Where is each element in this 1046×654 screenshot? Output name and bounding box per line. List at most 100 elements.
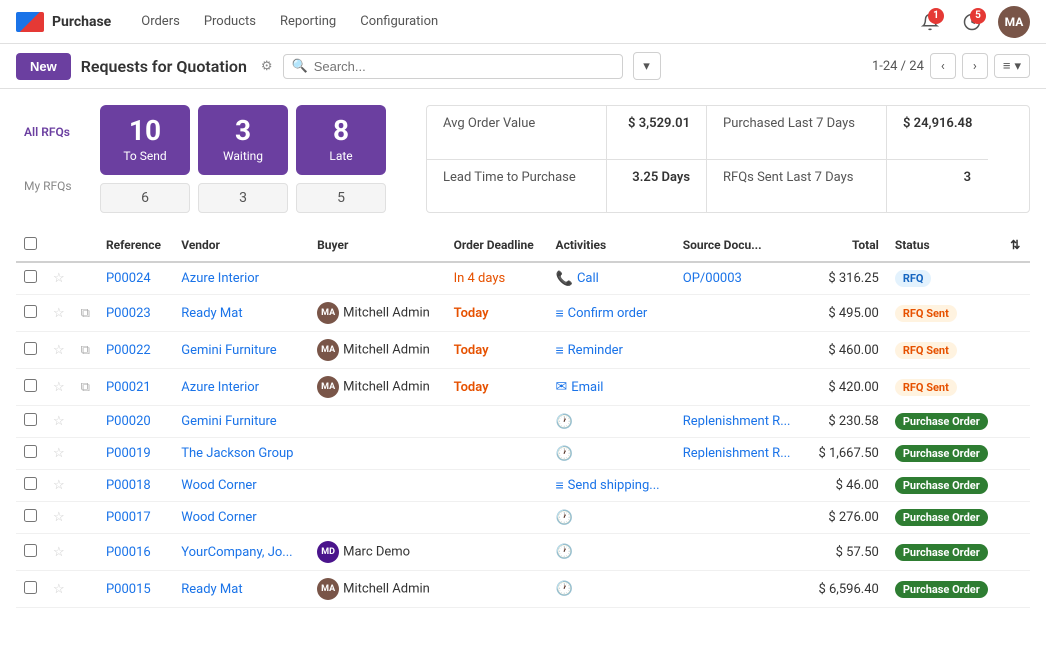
vendor-link[interactable]: YourCompany, Jo... [181,545,292,560]
star-icon[interactable]: ☆ [53,414,65,429]
vendor-link[interactable]: Gemini Furniture [181,343,276,358]
row-checkbox[interactable] [24,413,37,426]
pagination-next[interactable]: › [962,53,988,79]
row-copy-cell: ⧉ [73,295,98,332]
stat-waiting[interactable]: 3 Waiting [198,105,288,175]
row-source [675,369,806,406]
row-checkbox[interactable] [24,509,37,522]
star-icon[interactable]: ☆ [53,380,65,395]
nav-products[interactable]: Products [194,8,266,35]
reference-link[interactable]: P00024 [106,271,151,286]
row-actions [1002,571,1030,608]
vendor-link[interactable]: Wood Corner [181,478,256,493]
reference-link[interactable]: P00021 [106,380,151,395]
nav-configuration[interactable]: Configuration [350,8,448,35]
status-badge: RFQ Sent [895,342,957,359]
row-status: Purchase Order [887,438,1002,470]
source-link[interactable]: Replenishment R... [683,414,791,429]
row-activities: 🕐 [548,438,675,470]
row-deadline [446,534,548,571]
vendor-link[interactable]: The Jackson Group [181,446,293,461]
star-icon[interactable]: ☆ [53,446,65,461]
star-icon[interactable]: ☆ [53,545,65,560]
row-checkbox[interactable] [24,445,37,458]
reference-link[interactable]: P00016 [106,545,151,560]
stat-to-send[interactable]: 10 To Send [100,105,190,175]
reference-link[interactable]: P00018 [106,478,151,493]
row-star-cell: ☆ [45,571,73,608]
row-reference: P00021 [98,369,173,406]
nav-reporting[interactable]: Reporting [270,8,346,35]
row-checkbox[interactable] [24,305,37,318]
row-checkbox[interactable] [24,477,37,490]
reference-link[interactable]: P00017 [106,510,151,525]
my-rfqs-filter[interactable]: My RFQs [16,175,88,197]
my-rfq-val-0[interactable]: 6 [100,183,190,213]
stat-to-send-label: To Send [120,149,170,163]
new-button[interactable]: New [16,53,71,80]
list-view-icon: ≡ [1003,58,1011,74]
vendor-link[interactable]: Azure Interior [181,271,259,286]
nav-orders[interactable]: Orders [131,8,190,35]
buyer-avatar: MA [317,376,339,398]
activity-link[interactable]: ≡Send shipping... [556,477,667,494]
star-icon[interactable]: ☆ [53,306,65,321]
select-all-checkbox[interactable] [24,237,37,250]
row-checkbox[interactable] [24,581,37,594]
reference-link[interactable]: P00015 [106,582,151,597]
col-activities: Activities [548,229,675,262]
activity-link[interactable]: ≡Reminder [556,342,667,359]
star-icon[interactable]: ☆ [53,478,65,493]
reference-link[interactable]: P00023 [106,306,151,321]
my-rfq-val-1[interactable]: 3 [198,183,288,213]
star-icon[interactable]: ☆ [53,582,65,597]
activity-clock[interactable]: 5 [956,6,988,38]
reference-link[interactable]: P00020 [106,414,151,429]
activity-link[interactable]: 📞Call [556,271,667,287]
row-checkbox[interactable] [24,379,37,392]
row-activities: 🕐 [548,502,675,534]
all-rfqs-filter[interactable]: All RFQs [16,121,88,143]
activity-link[interactable]: ≡Confirm order [556,305,667,322]
source-link[interactable]: OP/00003 [683,271,742,286]
row-checkbox[interactable] [24,342,37,355]
activity-link[interactable]: ✉Email [556,379,667,395]
col-settings-icon[interactable]: ⇅ [1010,238,1020,252]
row-total: $ 460.00 [806,332,887,369]
row-checkbox[interactable] [24,544,37,557]
user-avatar[interactable]: MA [998,6,1030,38]
row-reference: P00019 [98,438,173,470]
stat-late[interactable]: 8 Late [296,105,386,175]
vendor-link[interactable]: Wood Corner [181,510,256,525]
my-rfq-val-2[interactable]: 5 [296,183,386,213]
buyer-avatar: MA [317,578,339,600]
vendor-link[interactable]: Ready Mat [181,306,242,321]
app-logo[interactable] [16,12,44,32]
source-link[interactable]: Replenishment R... [683,446,791,461]
vendor-link[interactable]: Gemini Furniture [181,414,276,429]
copy-icon[interactable]: ⧉ [81,380,90,395]
star-icon[interactable]: ☆ [53,343,65,358]
vendor-link[interactable]: Ready Mat [181,582,242,597]
pagination: 1-24 / 24 ‹ › ≡ ▾ [872,53,1030,79]
purchased-last-label: Purchased Last 7 Days [707,106,887,159]
pagination-prev[interactable]: ‹ [930,53,956,79]
activity-icon: ≡ [556,305,564,322]
search-input[interactable] [314,59,614,74]
row-reference: P00018 [98,470,173,502]
star-icon[interactable]: ☆ [53,271,65,286]
vendor-link[interactable]: Azure Interior [181,380,259,395]
settings-gear-icon[interactable]: ⚙ [261,59,273,74]
search-dropdown-icon[interactable]: ▾ [633,52,661,80]
reference-link[interactable]: P00022 [106,343,151,358]
copy-icon[interactable]: ⧉ [81,306,90,321]
view-toggle[interactable]: ≡ ▾ [994,54,1030,78]
clock-icon: 🕐 [556,544,573,560]
row-checkbox[interactable] [24,270,37,283]
copy-icon[interactable]: ⧉ [81,343,90,358]
row-checkbox-cell [16,534,45,571]
star-icon[interactable]: ☆ [53,510,65,525]
notification-bell[interactable]: 1 [914,6,946,38]
lead-time-value: 3.25 Days [607,160,707,213]
reference-link[interactable]: P00019 [106,446,151,461]
